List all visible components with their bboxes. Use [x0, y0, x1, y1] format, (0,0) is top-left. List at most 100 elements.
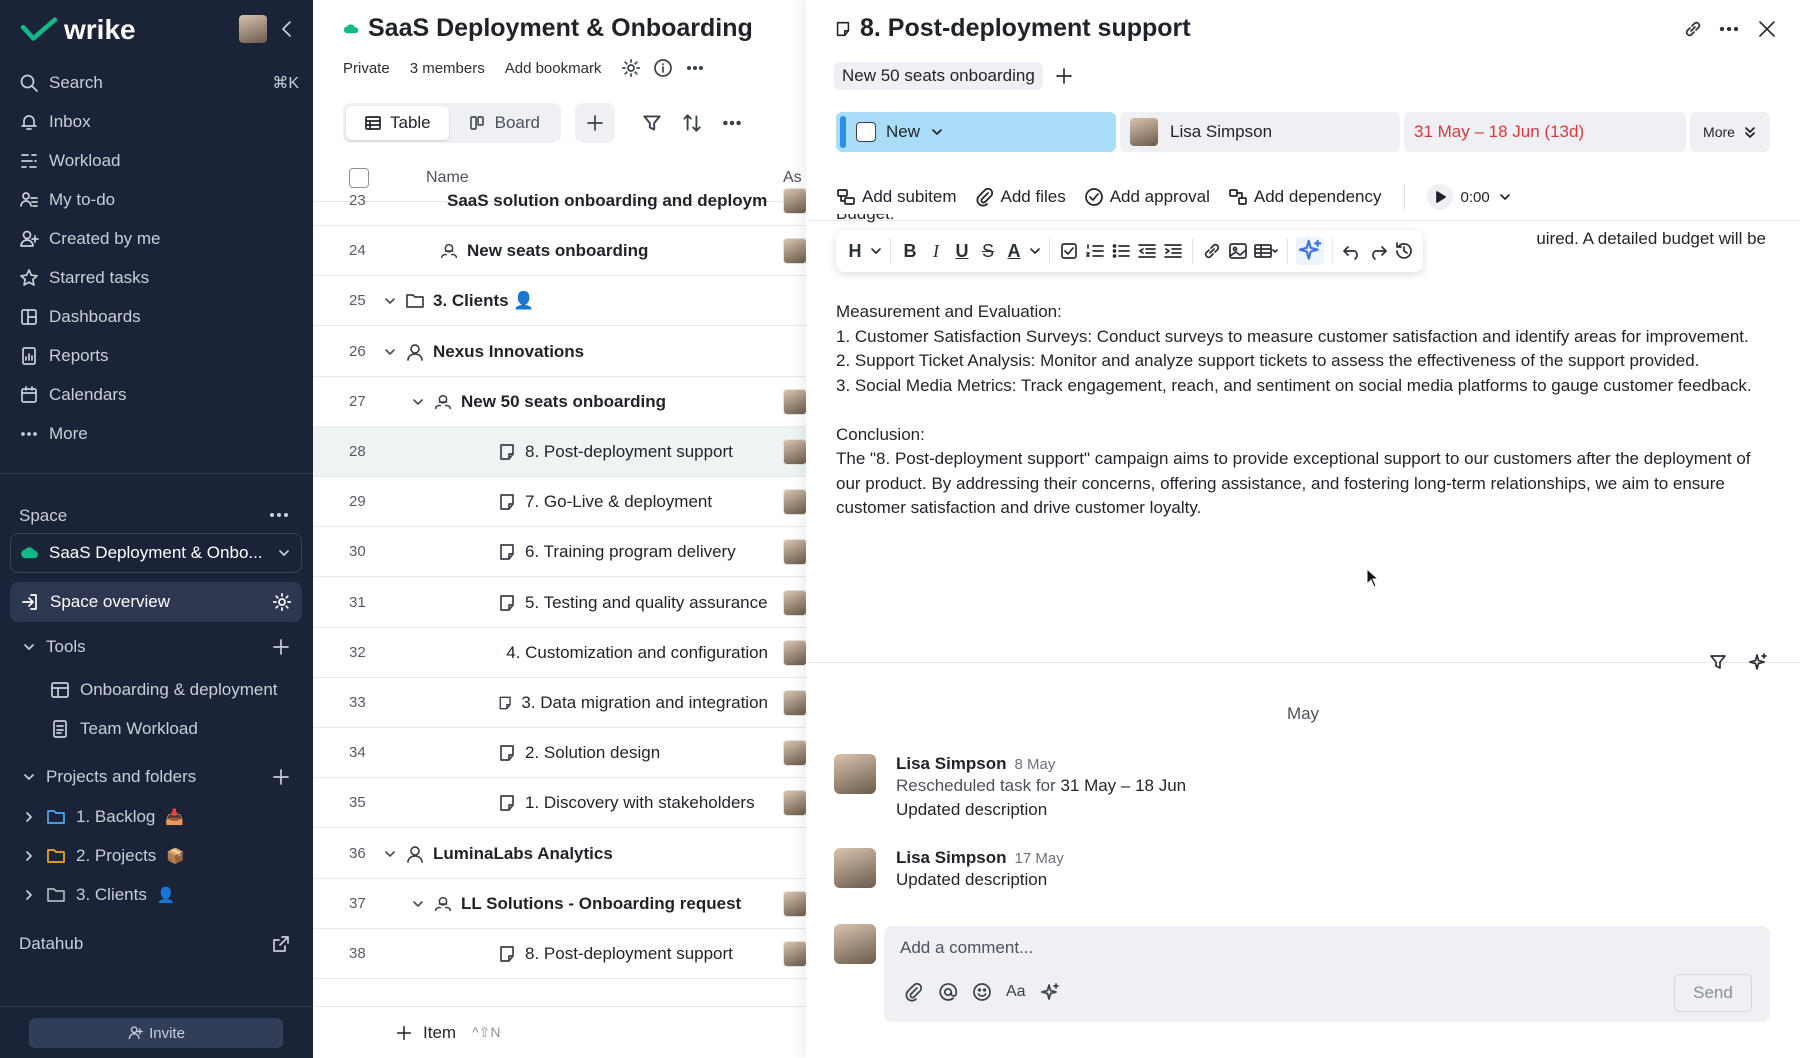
projects-section[interactable]: Projects and folders — [22, 762, 196, 792]
name-cell[interactable]: 7. Go-Live & deployment — [497, 492, 768, 512]
assignee-avatar[interactable] — [783, 187, 807, 214]
more-fields-button[interactable]: More — [1690, 112, 1770, 152]
send-button[interactable]: Send — [1674, 974, 1752, 1012]
assignee-avatar[interactable] — [783, 388, 807, 415]
space-menu-icon[interactable] — [268, 508, 290, 522]
image-icon[interactable] — [1227, 240, 1249, 262]
numbered-list-icon[interactable] — [1084, 240, 1106, 262]
gear-icon[interactable] — [621, 58, 641, 78]
name-cell[interactable]: LuminaLabs Analytics — [383, 844, 768, 864]
nav-created-by-me[interactable]: Created by me — [19, 224, 299, 254]
collapse-sidebar-icon[interactable] — [278, 19, 296, 39]
name-cell[interactable]: New 50 seats onboarding — [411, 392, 768, 412]
redo-icon[interactable] — [1367, 240, 1389, 262]
complete-checkbox[interactable] — [856, 122, 876, 142]
table-row[interactable]: 33 3. Data migration and integration — [313, 678, 813, 728]
assignee-avatar[interactable] — [783, 589, 807, 616]
table-row[interactable]: 34 2. Solution design — [313, 728, 813, 778]
chevron-down-icon[interactable] — [411, 897, 425, 911]
nav-more[interactable]: More — [19, 419, 299, 449]
ai-sparkle-icon[interactable] — [1296, 237, 1324, 265]
tools-section[interactable]: Tools — [22, 632, 86, 662]
table-insert-icon[interactable] — [1253, 240, 1279, 262]
nav-reports[interactable]: Reports — [19, 341, 299, 371]
table-row[interactable]: 25 3. Clients 👤 — [313, 276, 813, 326]
tab-table[interactable]: Table — [346, 106, 449, 140]
bold-button[interactable]: B — [899, 241, 921, 262]
assignee-avatar[interactable] — [783, 789, 807, 816]
name-cell[interactable]: 3. Data migration and integration — [497, 693, 768, 713]
add-files-button[interactable]: Add files — [975, 187, 1066, 207]
assignee-avatar[interactable] — [783, 237, 807, 264]
privacy-link[interactable]: Private — [343, 60, 390, 77]
underline-button[interactable]: U — [951, 241, 973, 262]
name-cell[interactable]: Nexus Innovations — [383, 342, 768, 362]
table-row[interactable]: 35 1. Discovery with stakeholders — [313, 778, 813, 828]
undo-icon[interactable] — [1341, 240, 1363, 262]
mention-icon[interactable] — [938, 982, 958, 1002]
table-row[interactable]: 31 5. Testing and quality assurance — [313, 578, 813, 628]
filter-icon[interactable] — [641, 112, 663, 134]
add-project-icon[interactable] — [272, 768, 290, 786]
chevron-down-icon[interactable] — [411, 395, 425, 409]
italic-button[interactable]: I — [925, 241, 947, 262]
assignee-avatar[interactable] — [783, 438, 807, 465]
author-name[interactable]: Lisa Simpson — [896, 848, 1007, 867]
table-row[interactable]: 23 SaaS solution onboarding and deploymen… — [313, 176, 813, 226]
bullet-list-icon[interactable] — [1110, 240, 1132, 262]
task-description[interactable]: Budget: uired. A detailed budget will be… — [836, 214, 1776, 659]
outdent-icon[interactable] — [1136, 240, 1158, 262]
chevron-down-icon[interactable] — [383, 294, 397, 308]
datahub-link[interactable]: Datahub — [19, 929, 83, 959]
table-row[interactable]: 29 7. Go-Live & deployment — [313, 477, 813, 527]
table-row[interactable]: 24 New seats onboarding — [313, 226, 813, 276]
more-icon[interactable] — [1718, 18, 1740, 40]
checklist-icon[interactable] — [1058, 240, 1080, 262]
indent-icon[interactable] — [1162, 240, 1184, 262]
name-cell[interactable]: LL Solutions - Onboarding request — [411, 894, 768, 914]
nav-starred-tasks[interactable]: Starred tasks — [19, 263, 299, 293]
table-row[interactable]: 36 LuminaLabs Analytics — [313, 829, 813, 879]
add-approval-button[interactable]: Add approval — [1084, 187, 1210, 207]
name-cell[interactable]: 6. Training program delivery — [497, 542, 768, 562]
table-row[interactable]: 37 LL Solutions - Onboarding request — [313, 879, 813, 929]
name-cell[interactable]: 2. Solution design — [497, 743, 768, 763]
strikethrough-button[interactable]: S — [977, 241, 999, 262]
ai-sparkle-icon[interactable] — [1040, 982, 1060, 1002]
close-icon[interactable] — [1756, 18, 1778, 40]
space-selector[interactable]: SaaS Deployment & Onbo... — [10, 533, 302, 573]
info-icon[interactable] — [653, 58, 673, 78]
assignee-avatar[interactable] — [783, 639, 807, 666]
nav-search[interactable]: Search ⌘K — [19, 68, 299, 98]
nav-calendars[interactable]: Calendars — [19, 380, 299, 410]
add-item-footer[interactable]: Item ^⇧N — [313, 1006, 813, 1058]
table-row[interactable]: 26 Nexus Innovations — [313, 327, 813, 377]
table-row[interactable]: 30 6. Training program delivery — [313, 527, 813, 577]
parent-chip[interactable]: New 50 seats onboarding — [834, 62, 1043, 90]
text-format-button[interactable]: Aa — [1006, 983, 1026, 1001]
invite-button[interactable]: Invite — [29, 1018, 283, 1048]
nav-my-todo[interactable]: My to-do — [19, 185, 299, 215]
name-cell[interactable]: New seats onboarding — [439, 241, 768, 261]
nav-dashboards[interactable]: Dashboards — [19, 302, 299, 332]
paperclip-icon[interactable] — [904, 982, 924, 1002]
chevron-down-icon[interactable] — [383, 345, 397, 359]
heading-button[interactable]: H — [844, 241, 866, 262]
filter-icon[interactable] — [1708, 652, 1728, 672]
project-title[interactable]: SaaS Deployment & Onboarding — [343, 14, 753, 43]
add-dependency-button[interactable]: Add dependency — [1228, 187, 1382, 207]
space-overview[interactable]: Space overview — [10, 582, 302, 622]
name-cell[interactable]: 5. Testing and quality assurance — [497, 593, 768, 613]
assignee-avatar[interactable] — [783, 940, 807, 967]
assignee-avatar[interactable] — [783, 538, 807, 565]
add-parent-icon[interactable] — [1055, 67, 1073, 85]
assignee-avatar[interactable] — [783, 739, 807, 766]
table-row[interactable]: 32 4. Customization and configuration — [313, 628, 813, 678]
table-row[interactable]: 28 8. Post-deployment support — [313, 427, 813, 477]
table-row[interactable]: 27 New 50 seats onboarding — [313, 377, 813, 427]
emoji-icon[interactable] — [972, 982, 992, 1002]
folder-backlog[interactable]: 1. Backlog 📥 — [22, 802, 184, 832]
comment-box[interactable]: Add a comment... Aa Send — [884, 926, 1770, 1022]
link-icon[interactable] — [1201, 240, 1223, 262]
more-icon[interactable] — [721, 112, 743, 134]
